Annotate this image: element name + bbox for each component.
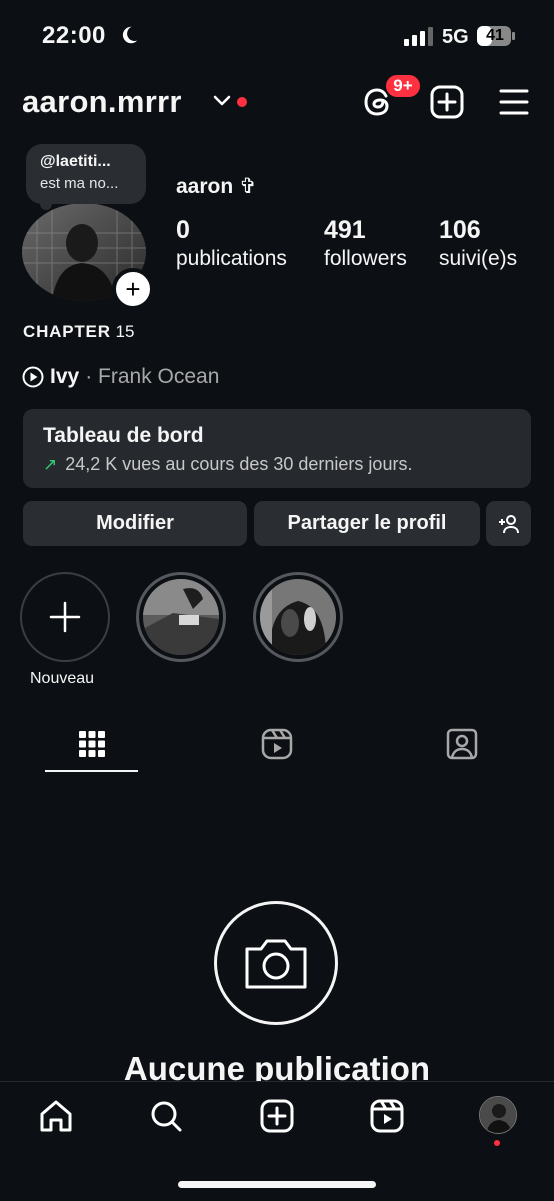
profile-tab-avatar[interactable]: [479, 1096, 517, 1134]
new-highlight-button[interactable]: [20, 572, 110, 662]
stat-posts-label: publications: [176, 247, 287, 270]
empty-camera-ring[interactable]: [214, 901, 338, 1025]
active-tab-indicator: [45, 770, 138, 772]
bio-word: CHAPTER: [23, 322, 111, 341]
menu-icon[interactable]: [498, 87, 530, 117]
stat-posts-value: 0: [176, 216, 190, 244]
share-profile-button[interactable]: Partager le profil: [254, 501, 480, 546]
create-post-icon[interactable]: [257, 1096, 297, 1136]
edit-profile-button[interactable]: Modifier: [23, 501, 247, 546]
moon-icon: [122, 26, 138, 44]
story-highlight-2[interactable]: [253, 572, 343, 662]
note-tail: [40, 198, 52, 210]
tagged-tab-icon[interactable]: [444, 726, 480, 762]
profile-notification-dot: [494, 1140, 500, 1146]
dashboard-subtitle: 24,2 K vues au cours des 30 derniers jou…: [65, 454, 413, 474]
battery-level: 41: [486, 27, 504, 44]
dashboard-title: Tableau de bord: [43, 424, 204, 447]
search-icon[interactable]: [146, 1096, 186, 1136]
signal-icon: [404, 27, 433, 46]
story-highlight-1[interactable]: [136, 572, 226, 662]
stat-followers-label: followers: [324, 247, 407, 270]
profile-music[interactable]: Ivy · Frank Ocean: [22, 365, 219, 389]
profile-username[interactable]: aaron.mrrr: [22, 84, 182, 120]
note-line2: est ma no...: [40, 175, 119, 192]
trend-up-icon: ↗: [43, 454, 58, 474]
threads-badge: 9+: [384, 73, 422, 99]
profile-note-bubble[interactable]: @laetiti... est ma no...: [26, 144, 146, 204]
reels-icon[interactable]: [367, 1096, 407, 1136]
discover-people-button[interactable]: [486, 501, 531, 546]
stat-followers[interactable]: 491 followers: [324, 216, 407, 271]
stat-followers-value: 491: [324, 216, 366, 244]
notification-dot: [237, 97, 247, 107]
new-highlight-label: Nouveau: [30, 670, 95, 687]
stat-following[interactable]: 106 suivi(e)s: [439, 216, 517, 271]
battery-icon: 41: [476, 24, 516, 48]
chevron-down-icon[interactable]: [213, 94, 231, 108]
home-icon[interactable]: [36, 1096, 76, 1136]
highlight-thumbnail: [143, 579, 219, 655]
network-type: 5G: [442, 26, 469, 48]
add-person-icon: [498, 514, 519, 533]
camera-icon: [245, 939, 307, 989]
stat-following-label: suivi(e)s: [439, 247, 518, 270]
note-line1: @laetiti...: [40, 153, 111, 170]
music-artist: · Frank Ocean: [85, 365, 220, 388]
grid-tab-icon[interactable]: [74, 726, 110, 762]
status-time: 22:00: [42, 22, 106, 49]
bio-number: 15: [115, 322, 135, 341]
reels-tab-icon[interactable]: [259, 726, 295, 762]
stat-posts[interactable]: 0 publications: [176, 216, 287, 271]
stat-following-value: 106: [439, 216, 481, 244]
profile-bio: CHAPTER 15: [23, 322, 134, 342]
professional-dashboard[interactable]: Tableau de bord ↗ 24,2 K vues au cours d…: [23, 409, 531, 488]
add-story-plus-icon[interactable]: +: [112, 268, 154, 310]
music-song: Ivy: [50, 365, 80, 388]
play-circle-icon: [22, 366, 44, 388]
highlight-thumbnail: [260, 579, 336, 655]
home-indicator: [178, 1181, 376, 1188]
plus-icon: [49, 601, 81, 633]
add-post-icon[interactable]: [429, 84, 465, 120]
profile-full-name: aaron ✞: [176, 175, 257, 198]
